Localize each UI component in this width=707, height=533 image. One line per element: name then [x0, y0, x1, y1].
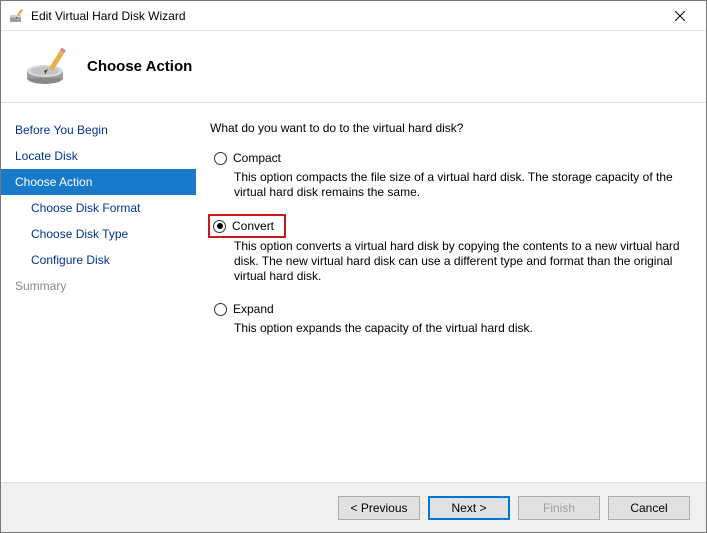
cancel-button[interactable]: Cancel [608, 496, 690, 520]
next-button[interactable]: Next > [428, 496, 510, 520]
expand-description: This option expands the capacity of the … [234, 321, 688, 336]
titlebar: Edit Virtual Hard Disk Wizard [1, 1, 706, 31]
wizard-footer: < Previous Next > Finish Cancel [1, 482, 706, 532]
app-icon [9, 8, 25, 24]
wizard-body: Before You Begin Locate Disk Choose Acti… [1, 103, 706, 482]
radio-compact[interactable] [214, 152, 227, 165]
radio-compact-row[interactable]: Compact [210, 149, 285, 167]
option-compact: Compact This option compacts the file si… [210, 149, 688, 200]
nav-locate-disk[interactable]: Locate Disk [1, 143, 196, 169]
wizard-window: Edit Virtual Hard Disk Wizard Choose Act… [0, 0, 707, 533]
radio-expand-label: Expand [233, 302, 274, 316]
finish-button: Finish [518, 496, 600, 520]
nav-choose-action[interactable]: Choose Action [1, 169, 196, 195]
compact-description: This option compacts the file size of a … [234, 170, 688, 200]
content-question: What do you want to do to the virtual ha… [210, 121, 688, 135]
radio-expand-row[interactable]: Expand [210, 300, 278, 318]
nav-choose-disk-type[interactable]: Choose Disk Type [1, 221, 196, 247]
wizard-nav: Before You Begin Locate Disk Choose Acti… [1, 103, 196, 482]
window-title: Edit Virtual Hard Disk Wizard [31, 9, 660, 23]
wizard-content: What do you want to do to the virtual ha… [196, 103, 706, 482]
radio-convert-label: Convert [232, 219, 274, 233]
option-convert: Convert This option converts a virtual h… [210, 216, 688, 284]
option-expand: Expand This option expands the capacity … [210, 300, 688, 336]
nav-before-you-begin[interactable]: Before You Begin [1, 117, 196, 143]
nav-summary: Summary [1, 273, 196, 299]
page-title: Choose Action [87, 58, 192, 75]
radio-convert[interactable] [213, 220, 226, 233]
nav-configure-disk[interactable]: Configure Disk [1, 247, 196, 273]
radio-compact-label: Compact [233, 151, 281, 165]
close-button[interactable] [660, 2, 700, 30]
nav-choose-disk-format[interactable]: Choose Disk Format [1, 195, 196, 221]
disk-pencil-icon [25, 43, 73, 91]
radio-expand[interactable] [214, 303, 227, 316]
convert-description: This option converts a virtual hard disk… [234, 239, 688, 284]
wizard-header: Choose Action [1, 31, 706, 103]
radio-convert-row[interactable]: Convert [210, 216, 284, 236]
previous-button[interactable]: < Previous [338, 496, 420, 520]
